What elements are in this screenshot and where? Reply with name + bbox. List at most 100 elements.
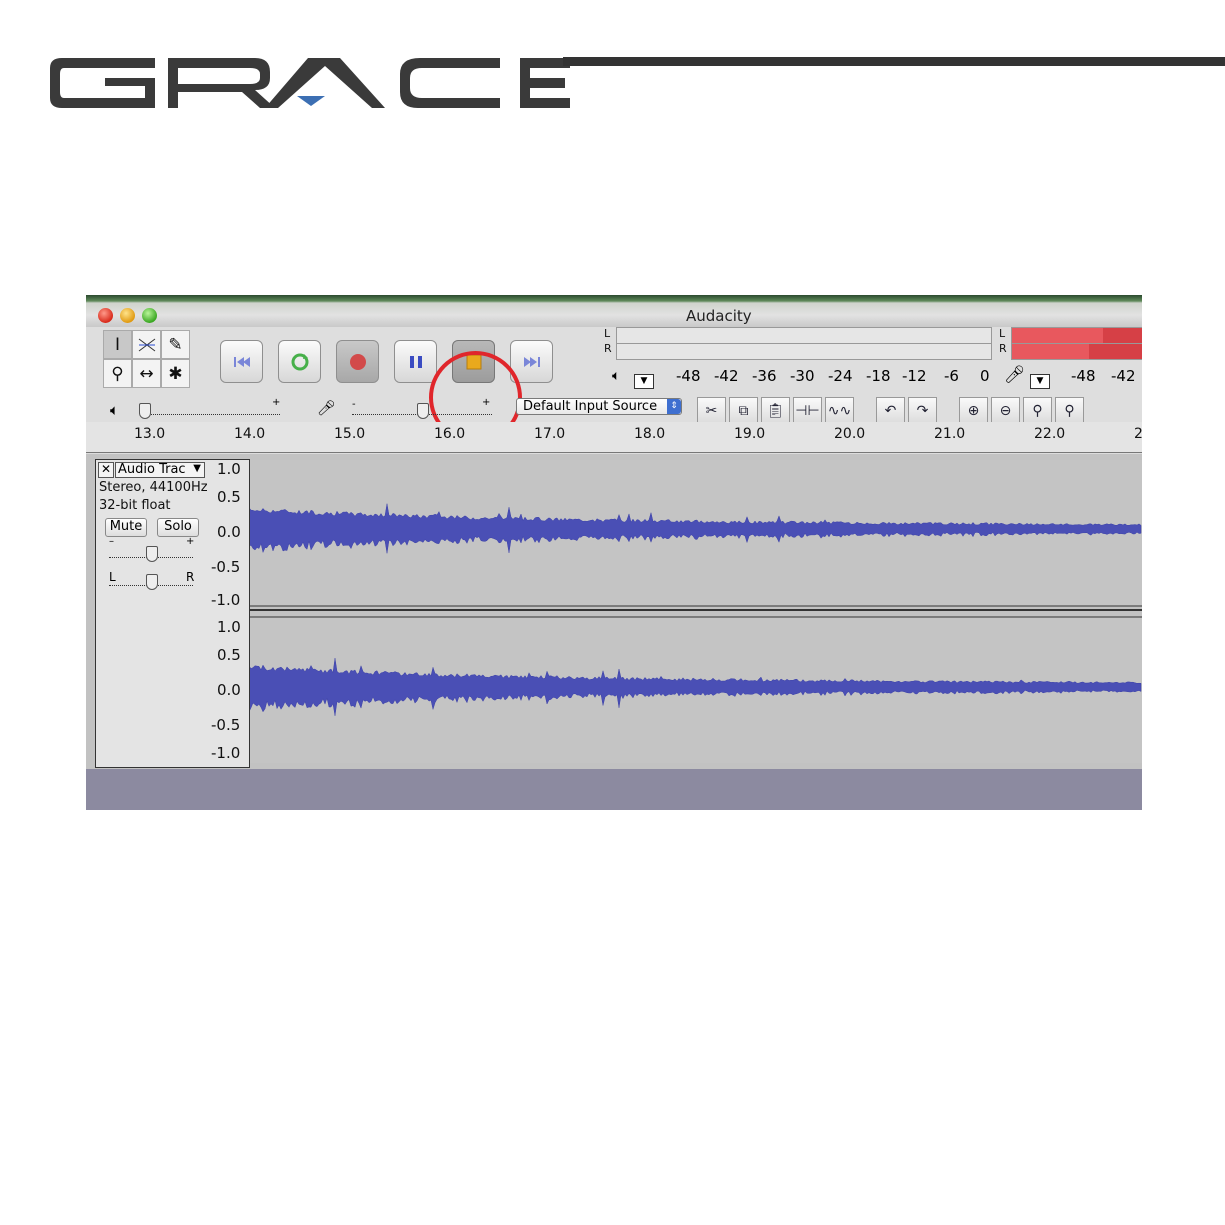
silence-button[interactable]: ∿∿ bbox=[825, 397, 854, 424]
ruler-label: 2 bbox=[1134, 426, 1142, 442]
pan-left-label: L bbox=[109, 570, 116, 584]
fit-selection-button[interactable]: ⚲ bbox=[1023, 397, 1052, 424]
logo-rule bbox=[563, 57, 1225, 66]
envelope-tool-icon[interactable] bbox=[132, 330, 161, 359]
input-minus: - bbox=[352, 399, 356, 410]
trim-icon: ⊣⊢ bbox=[795, 402, 820, 419]
close-window-button[interactable] bbox=[98, 308, 113, 323]
ruler-label: 20.0 bbox=[834, 426, 866, 442]
draw-tool-icon[interactable]: ✎ bbox=[161, 330, 190, 359]
rec-meter-left-label: L bbox=[999, 327, 1006, 340]
paste-button[interactable]: 📋︎ bbox=[761, 397, 790, 424]
fit-project-icon: ⚲ bbox=[1064, 402, 1075, 419]
amp-label: 1.0 bbox=[217, 460, 241, 478]
ruler-label: 17.0 bbox=[534, 426, 566, 442]
playback-scale-label: 0 bbox=[980, 367, 990, 385]
microphone-icon: 🎤︎ bbox=[1004, 365, 1026, 385]
output-volume-thumb[interactable] bbox=[139, 403, 151, 419]
fit-selection-icon: ⚲ bbox=[1032, 402, 1043, 419]
pause-icon bbox=[409, 355, 422, 368]
input-plus: + bbox=[482, 397, 491, 408]
audacity-window: Audacity I ✎ ⚲ ↔ ✱ L R L R 🔈︎ ▼ -48 -42 … bbox=[86, 295, 1142, 810]
close-track-icon[interactable]: ✕ bbox=[98, 462, 114, 478]
ruler-label: 13.0 bbox=[134, 426, 166, 442]
rec-meter-right-label: R bbox=[999, 342, 1007, 355]
trim-button[interactable]: ⊣⊢ bbox=[793, 397, 822, 424]
amp-label: 1.0 bbox=[217, 618, 241, 636]
ruler-label: 15.0 bbox=[334, 426, 366, 442]
amp-label: 0.5 bbox=[217, 488, 241, 506]
amp-label: 0.0 bbox=[217, 523, 241, 541]
fit-project-button[interactable]: ⚲ bbox=[1055, 397, 1084, 424]
zoom-out-icon: ⊖ bbox=[999, 402, 1012, 419]
loop-play-icon bbox=[291, 353, 308, 370]
track-name: Audio Trac bbox=[118, 462, 186, 477]
mute-button[interactable]: Mute bbox=[105, 518, 147, 537]
copy-button[interactable]: ⧉ bbox=[729, 397, 758, 424]
playback-meter-right bbox=[616, 343, 992, 360]
ruler-label: 21.0 bbox=[934, 426, 966, 442]
track-name-menu[interactable]: Audio Trac ▼ bbox=[115, 462, 205, 478]
redo-button[interactable]: ↷ bbox=[908, 397, 937, 424]
amp-label: -0.5 bbox=[211, 716, 241, 734]
record-meter-right bbox=[1011, 343, 1142, 360]
record-meter-left bbox=[1011, 327, 1142, 344]
track-bit-depth: 32-bit float bbox=[99, 498, 171, 513]
ruler-label: 19.0 bbox=[734, 426, 766, 442]
pan-right-label: R bbox=[186, 570, 195, 584]
playback-scale-label: -30 bbox=[790, 367, 815, 385]
undo-button[interactable]: ↶ bbox=[876, 397, 905, 424]
speaker-icon: 🔈︎ bbox=[612, 368, 621, 384]
input-source-select[interactable]: Default Input Source ⇕ bbox=[516, 398, 682, 415]
record-icon bbox=[349, 353, 366, 370]
timeline-ruler[interactable]: 13.0 14.0 15.0 16.0 17.0 18.0 19.0 20.0 … bbox=[86, 422, 1142, 453]
input-volume-icon: 🎤︎ bbox=[317, 399, 337, 417]
chevron-down-icon: ▼ bbox=[193, 463, 201, 474]
output-volume-icon: 🔈︎ bbox=[110, 401, 120, 419]
amp-label: 0.5 bbox=[217, 646, 241, 664]
zoom-out-button[interactable]: ⊖ bbox=[991, 397, 1020, 424]
meter-left-label: L bbox=[604, 327, 611, 340]
pause-button[interactable] bbox=[394, 340, 437, 383]
ruler-label: 16.0 bbox=[434, 426, 466, 442]
track-control-panel: ✕ Audio Trac ▼ Stereo, 44100Hz 32-bit fl… bbox=[95, 459, 209, 768]
selection-tool-icon[interactable]: I bbox=[103, 330, 132, 359]
redo-icon: ↷ bbox=[916, 402, 929, 419]
ruler-label: 18.0 bbox=[634, 426, 666, 442]
minimize-window-button[interactable] bbox=[120, 308, 135, 323]
gain-thumb[interactable] bbox=[146, 546, 158, 562]
silence-icon: ∿∿ bbox=[827, 402, 852, 419]
gain-minus: – bbox=[109, 536, 114, 547]
zoom-tool-icon[interactable]: ⚲ bbox=[103, 359, 132, 388]
amp-label: -1.0 bbox=[211, 744, 241, 762]
zoom-in-icon: ⊕ bbox=[967, 402, 980, 419]
play-button[interactable] bbox=[278, 340, 321, 383]
pan-thumb[interactable] bbox=[146, 574, 158, 590]
output-volume-slider[interactable] bbox=[140, 413, 280, 415]
zoom-window-button[interactable] bbox=[142, 308, 157, 323]
record-scale-label: -42 bbox=[1111, 367, 1136, 385]
playback-meter-left bbox=[616, 327, 992, 344]
empty-track-area[interactable] bbox=[86, 769, 1142, 810]
skip-to-start-button[interactable] bbox=[220, 340, 263, 383]
input-volume-thumb[interactable] bbox=[417, 403, 429, 419]
timeshift-tool-icon[interactable]: ↔ bbox=[132, 359, 161, 388]
playback-meter-menu-icon[interactable]: ▼ bbox=[634, 374, 654, 389]
skip-end-icon bbox=[523, 356, 540, 367]
copy-icon: ⧉ bbox=[738, 402, 749, 419]
ruler-label: 14.0 bbox=[234, 426, 266, 442]
amplitude-scale: 1.0 0.5 0.0 -0.5 -1.0 1.0 0.5 0.0 -0.5 -… bbox=[207, 459, 250, 768]
record-button[interactable] bbox=[336, 340, 379, 383]
grace-logo bbox=[50, 58, 570, 108]
record-scale-label: -48 bbox=[1071, 367, 1096, 385]
record-meter-menu-icon[interactable]: ▼ bbox=[1030, 374, 1050, 389]
playback-scale-label: -12 bbox=[902, 367, 927, 385]
multi-tool-icon[interactable]: ✱ bbox=[161, 359, 190, 388]
playback-scale-label: -48 bbox=[676, 367, 701, 385]
logo-accent-icon bbox=[297, 96, 325, 106]
zoom-in-button[interactable]: ⊕ bbox=[959, 397, 988, 424]
solo-button[interactable]: Solo bbox=[157, 518, 199, 537]
meter-right-label: R bbox=[604, 342, 612, 355]
playback-scale-label: -24 bbox=[828, 367, 853, 385]
cut-button[interactable]: ✂ bbox=[697, 397, 726, 424]
